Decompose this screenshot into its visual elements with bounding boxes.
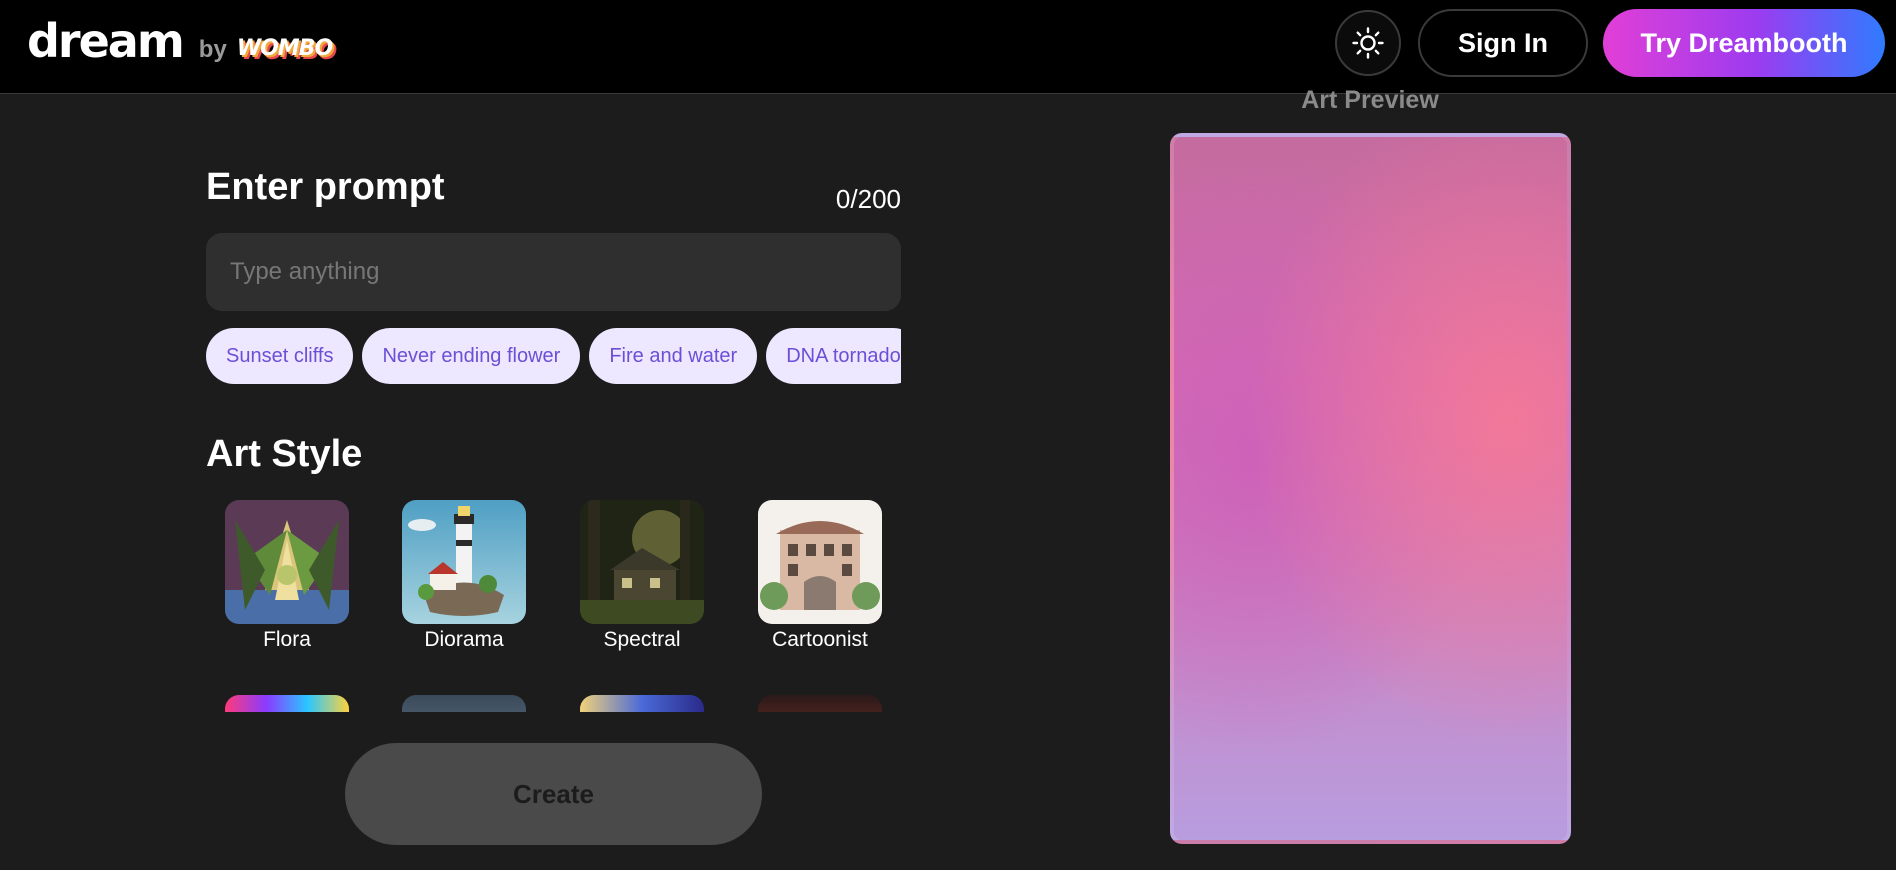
suggestion-chip-never-ending-flower[interactable]: Never ending flower xyxy=(362,328,581,384)
style-option-diorama[interactable]: Diorama xyxy=(402,500,526,652)
suggestion-chip-dna-tornado[interactable]: DNA tornado xyxy=(766,328,901,384)
style-thumbnail-row2-4 xyxy=(758,695,882,712)
prompt-heading: Enter prompt xyxy=(206,166,445,208)
brand-logo[interactable]: dream by WOMBO xyxy=(27,14,333,68)
create-button[interactable]: Create xyxy=(345,743,762,845)
style-thumbnail-diorama xyxy=(402,500,526,624)
style-option-row2-2[interactable] xyxy=(402,695,526,712)
style-thumbnail-row2-1 xyxy=(225,695,349,712)
wombo-logo: WOMBO xyxy=(236,36,333,61)
theme-toggle-button[interactable] xyxy=(1335,10,1401,76)
try-dreambooth-button[interactable]: Try Dreambooth xyxy=(1603,9,1885,77)
style-option-flora[interactable]: Flora xyxy=(225,500,349,652)
sign-in-button[interactable]: Sign In xyxy=(1418,9,1588,77)
brand-name: dream xyxy=(27,14,185,68)
style-thumbnail-cartoonist xyxy=(758,500,882,624)
art-style-grid[interactable]: Flora Diorama Spectral Cartoonist xyxy=(206,500,901,712)
style-label-spectral: Spectral xyxy=(603,628,681,651)
art-preview-canvas xyxy=(1170,133,1571,844)
suggestion-chip-sunset-cliffs[interactable]: Sunset cliffs xyxy=(206,328,354,384)
prompt-char-count: 0/200 xyxy=(835,184,901,214)
style-option-spectral[interactable]: Spectral xyxy=(580,500,704,652)
style-label-diorama: Diorama xyxy=(424,628,504,651)
style-option-row2-1[interactable] xyxy=(225,695,349,712)
style-thumbnail-spectral xyxy=(580,500,704,624)
sun-icon xyxy=(1352,27,1384,59)
style-option-row2-3[interactable] xyxy=(580,695,704,712)
top-navbar: dream by WOMBO Sign In Try Dreambooth xyxy=(0,0,1896,94)
prompt-suggestions: Sunset cliffs Never ending flower Fire a… xyxy=(206,328,901,384)
art-style-heading: Art Style xyxy=(206,433,363,475)
prompt-input[interactable] xyxy=(206,233,901,311)
style-thumbnail-row2-2 xyxy=(402,695,526,712)
style-label-flora: Flora xyxy=(263,628,311,651)
style-option-row2-4[interactable] xyxy=(758,695,882,712)
brand-by-text: by xyxy=(198,36,227,63)
suggestion-chip-fire-and-water[interactable]: Fire and water xyxy=(589,328,758,384)
style-label-cartoonist: Cartoonist xyxy=(772,628,868,651)
style-thumbnail-flora xyxy=(225,500,349,624)
wombo-logo-text: WOMBO xyxy=(236,36,333,61)
art-preview-heading: Art Preview xyxy=(1301,86,1439,114)
style-option-cartoonist[interactable]: Cartoonist xyxy=(758,500,882,652)
style-thumbnail-row2-3 xyxy=(580,695,704,712)
